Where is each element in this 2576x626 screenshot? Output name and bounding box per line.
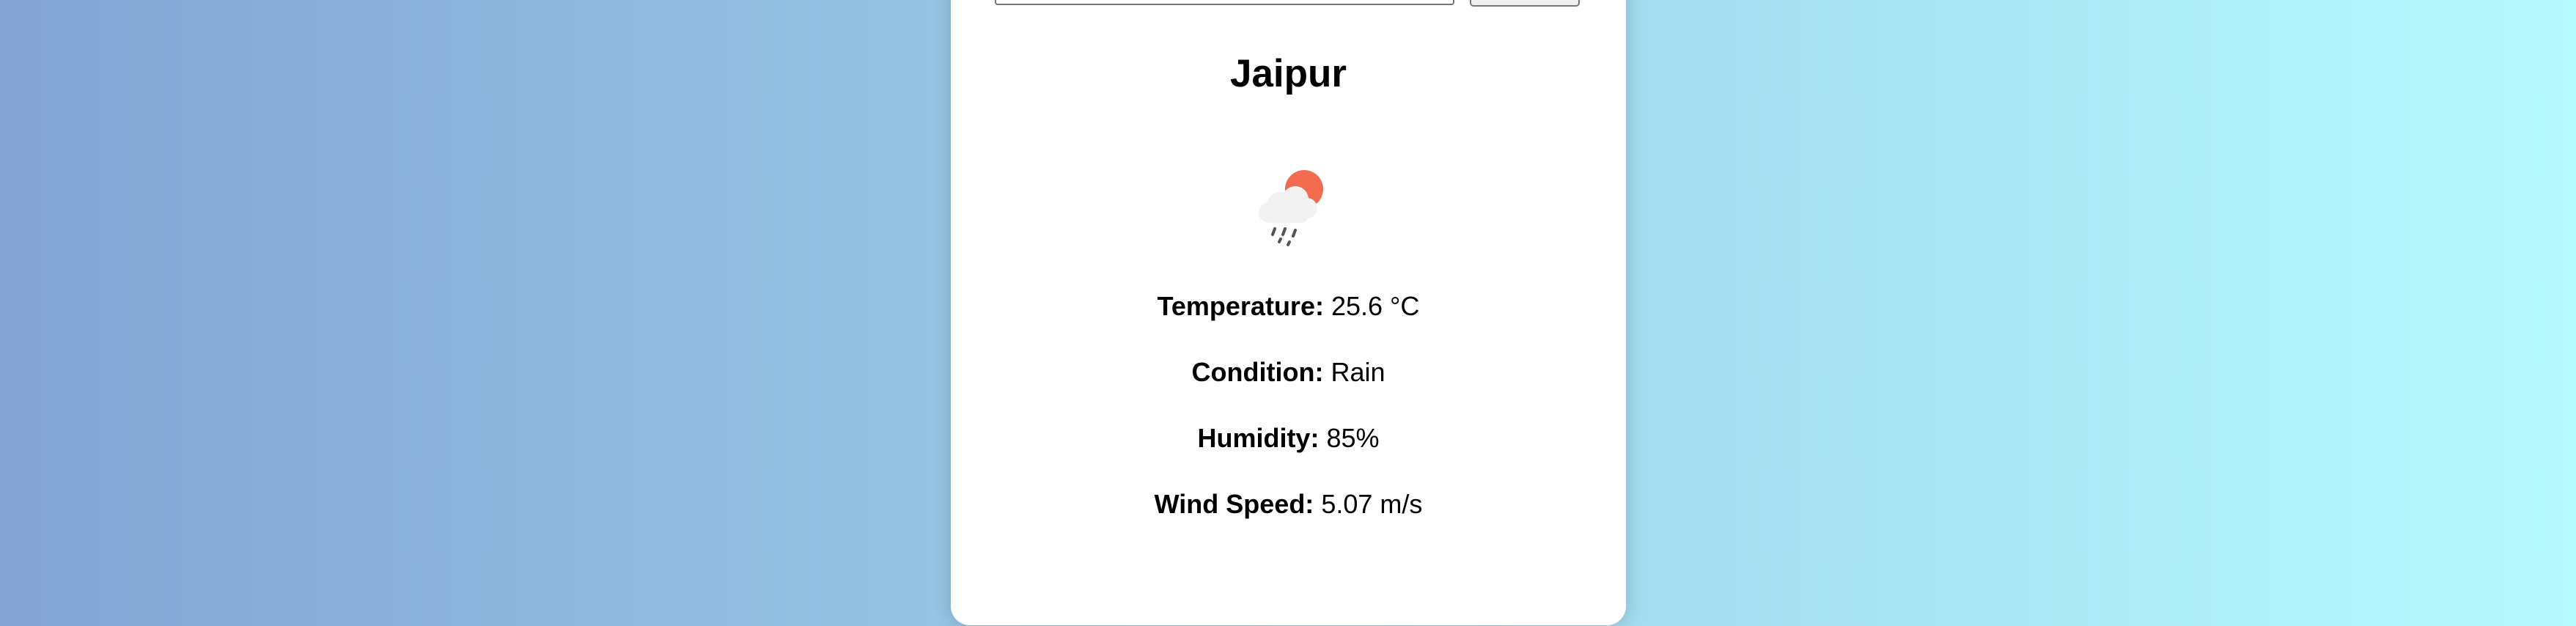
temperature-value: 25.6 °C bbox=[1331, 291, 1420, 321]
wind-speed-label: Wind Speed: bbox=[1154, 489, 1314, 519]
wind-speed-value: 5.07 m/s bbox=[1321, 489, 1423, 519]
temperature-row: Temperature: 25.6 °C bbox=[951, 290, 1626, 323]
temperature-label: Temperature: bbox=[1157, 291, 1324, 321]
search-button[interactable] bbox=[1470, 0, 1580, 7]
city-search-input[interactable] bbox=[995, 0, 1454, 5]
search-row bbox=[995, 0, 1582, 7]
city-name: Jaipur bbox=[1229, 52, 1347, 95]
condition-row: Condition: Rain bbox=[951, 356, 1626, 389]
humidity-label: Humidity: bbox=[1197, 423, 1320, 453]
weather-card: Jaipur Temperature: 25.6 °C Condition: R… bbox=[951, 0, 1626, 625]
rain-with-sun-icon bbox=[1259, 170, 1323, 246]
condition-label: Condition: bbox=[1191, 357, 1324, 387]
wind-speed-row: Wind Speed: 5.07 m/s bbox=[951, 488, 1626, 520]
humidity-value: 85% bbox=[1326, 423, 1380, 453]
condition-value: Rain bbox=[1331, 357, 1385, 387]
humidity-row: Humidity: 85% bbox=[951, 422, 1626, 454]
